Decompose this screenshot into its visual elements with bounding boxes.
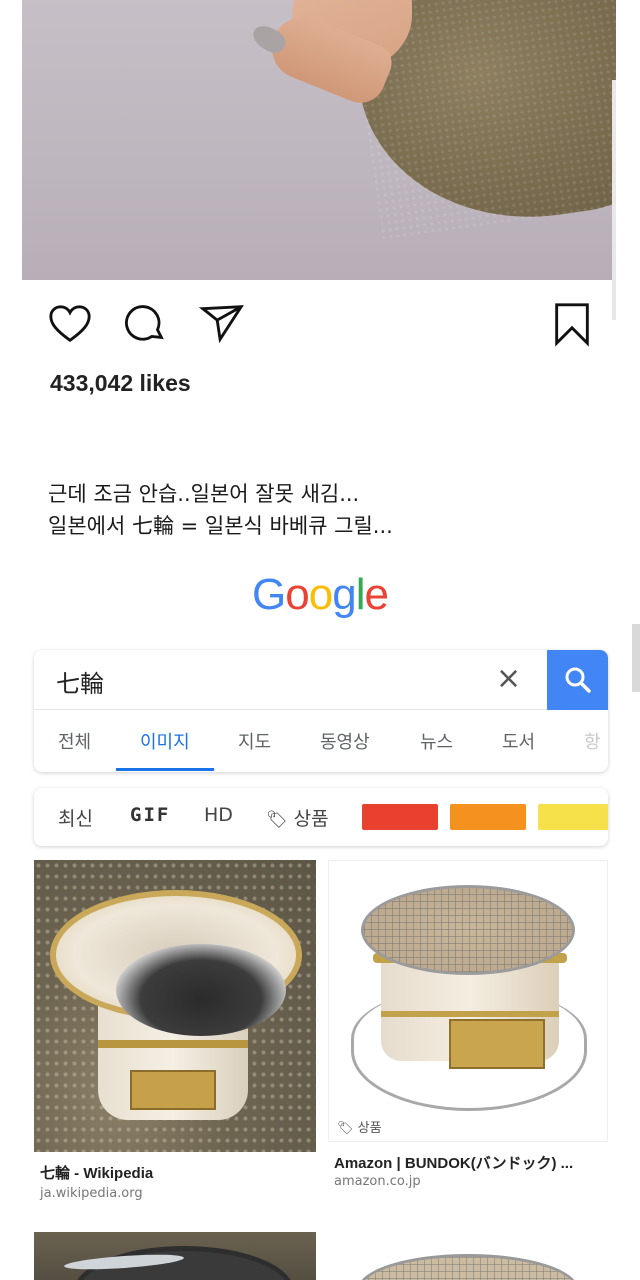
- google-logo-letter: l: [355, 570, 366, 619]
- result-image[interactable]: 🏷 상품: [328, 860, 608, 1142]
- grill-grate: [361, 885, 575, 975]
- result-image[interactable]: [34, 860, 316, 1152]
- tab-images[interactable]: 이미지: [140, 728, 190, 754]
- grill-band: [381, 1011, 559, 1017]
- tab-more[interactable]: 항: [584, 728, 601, 754]
- clear-icon[interactable]: ×: [496, 662, 521, 696]
- product-tag: 🏷 상품: [337, 1117, 382, 1136]
- tag-icon: 🏷: [337, 1121, 354, 1136]
- post-actions: [46, 300, 606, 352]
- caption-line: 근데 조금 안습..일본어 잘못 새김...: [48, 482, 360, 506]
- google-logo: Google: [0, 570, 640, 620]
- bookmark-icon[interactable]: [548, 300, 596, 348]
- color-swatch-yellow[interactable]: [538, 804, 608, 830]
- filter-hd[interactable]: HD: [204, 804, 233, 826]
- image-result[interactable]: [328, 1220, 608, 1280]
- likes-count[interactable]: 433,042 likes: [50, 370, 191, 397]
- result-title[interactable]: 七輪 - Wikipedia: [40, 1162, 153, 1183]
- google-logo-letter: e: [364, 570, 389, 619]
- result-source: amazon.co.jp: [334, 1174, 421, 1189]
- edge-divider: [612, 80, 616, 320]
- search-icon: [565, 667, 591, 693]
- comment-icon[interactable]: [122, 300, 170, 348]
- result-image[interactable]: [328, 1220, 608, 1280]
- google-logo-letter: o: [308, 570, 334, 619]
- grill-grate: [358, 1254, 578, 1280]
- google-logo-letter: o: [285, 570, 310, 619]
- stove-rim: [50, 890, 302, 1036]
- grill-door: [449, 1019, 545, 1069]
- tab-all[interactable]: 전체: [58, 728, 91, 754]
- stove-door: [130, 1070, 216, 1110]
- charcoal-pit: [116, 944, 286, 1036]
- google-logo-letter: g: [332, 570, 357, 619]
- filter-product[interactable]: 🏷 상품: [266, 804, 329, 831]
- tag-icon: 🏷: [266, 810, 288, 830]
- filter-bar: 최신 GIF HD 🏷 상품: [34, 788, 608, 846]
- search-input[interactable]: 七輪: [56, 664, 104, 699]
- search-tabs: 전체 이미지 지도 동영상 뉴스 도서 항: [34, 712, 608, 772]
- tab-maps[interactable]: 지도: [238, 728, 271, 754]
- filter-gif[interactable]: GIF: [130, 804, 170, 826]
- stove-band: [98, 1040, 248, 1048]
- filter-product-label: 상품: [293, 808, 329, 830]
- filter-recent[interactable]: 최신: [58, 804, 93, 831]
- active-tab-indicator: [116, 768, 214, 771]
- google-logo-letter: G: [252, 570, 286, 619]
- search-button[interactable]: [547, 650, 608, 710]
- tab-news[interactable]: 뉴스: [420, 728, 453, 754]
- search-card: 七輪 × 전체 이미지 지도 동영상 뉴스 도서 항: [34, 650, 608, 772]
- post-photo[interactable]: [22, 0, 616, 280]
- tab-books[interactable]: 도서: [502, 728, 535, 754]
- heart-icon[interactable]: [46, 300, 94, 348]
- result-image[interactable]: [34, 1232, 316, 1280]
- tab-videos[interactable]: 동영상: [320, 728, 370, 754]
- product-tag-label: 상품: [357, 1121, 382, 1136]
- scrollbar[interactable]: [632, 624, 640, 692]
- result-source: ja.wikipedia.org: [40, 1186, 143, 1201]
- image-result[interactable]: 七輪 - Wikipedia ja.wikipedia.org: [34, 860, 316, 1210]
- search-row: 七輪 ×: [34, 650, 608, 710]
- image-result[interactable]: 🏷 상품 Amazon | BUNDOK(バンドック) ... amazon.c…: [328, 860, 608, 1210]
- share-icon[interactable]: [198, 300, 246, 348]
- image-result[interactable]: [34, 1232, 316, 1280]
- color-swatch-orange[interactable]: [450, 804, 526, 830]
- caption-line: 일본에서 七輪 = 일본식 바베큐 그릴...: [48, 514, 393, 538]
- result-title[interactable]: Amazon | BUNDOK(バンドック) ...: [334, 1152, 573, 1173]
- color-swatch-red[interactable]: [362, 804, 438, 830]
- post-caption: 근데 조금 안습..일본어 잘못 새김... 일본에서 七輪 = 일본식 바베큐…: [48, 478, 608, 542]
